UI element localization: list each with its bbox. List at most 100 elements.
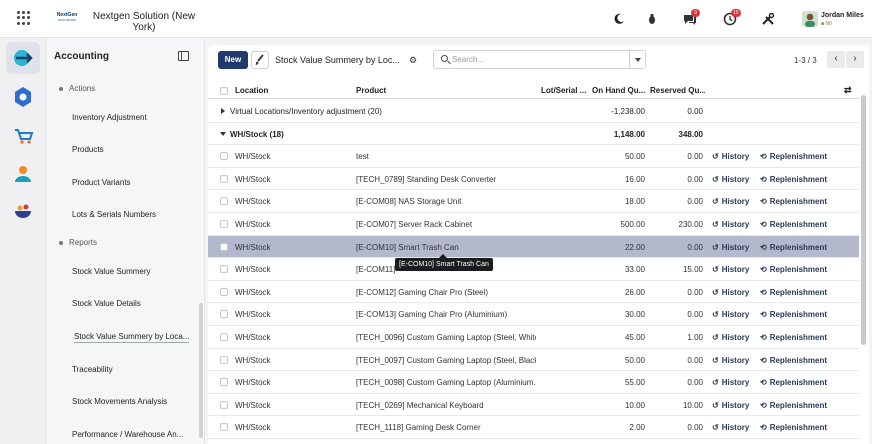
new-button[interactable]: New <box>218 51 248 69</box>
cell-product[interactable]: [E-COM10] Smart Trash Can <box>356 243 536 252</box>
user-name[interactable]: Jordan Miles <box>821 12 864 19</box>
replenishment-button[interactable]: ⟲ Replenishment <box>760 243 827 252</box>
row-checkbox[interactable] <box>220 174 228 183</box>
bug-icon[interactable] <box>645 12 659 26</box>
table-scrollbar[interactable] <box>861 95 866 345</box>
app-grid-icon[interactable] <box>17 11 31 25</box>
row-checkbox[interactable] <box>220 423 228 432</box>
cell-product[interactable]: test <box>356 152 536 161</box>
pager-previous-icon[interactable]: ‹ <box>827 51 845 68</box>
row-checkbox[interactable] <box>220 152 228 161</box>
table-row[interactable]: WH/Stock [TECH_0269] Mechanical Keyboard 1… <box>208 394 859 417</box>
rail-app-5[interactable] <box>6 196 40 228</box>
row-checkbox[interactable] <box>220 220 228 228</box>
table-row[interactable]: WH/Stock [E-COM10] Smart Trash Can 22.00 0.… <box>208 235 859 259</box>
history-button[interactable]: ↺ History <box>712 243 749 252</box>
cell-product[interactable]: [TECH_0096] Custom Gaming Laptop (Steel,… <box>356 333 536 342</box>
rail-app-accounting[interactable] <box>6 42 40 74</box>
sidebar-scrollbar[interactable] <box>199 303 203 438</box>
sidebar-item-lots-serials[interactable]: Lots & Serials Numbers <box>72 210 156 219</box>
table-row[interactable]: WH/Stock [TECH_1118] Gaming Desk Corner 2.… <box>208 416 859 439</box>
cell-product[interactable]: [TECH_0789] Standing Desk Converter <box>356 175 536 184</box>
replenishment-button[interactable]: ⟲ Replenishment <box>760 197 827 206</box>
table-row[interactable]: WH/Stock[TECH_8855] SSD Enclosure0000000… <box>208 439 859 444</box>
history-button[interactable]: ↺ History <box>712 175 749 184</box>
header-on-hand[interactable]: On Hand Qu... <box>592 86 647 95</box>
header-reserved[interactable]: Reserved Qu... <box>650 86 705 95</box>
replenishment-button[interactable]: ⟲ Replenishment <box>760 175 827 184</box>
row-checkbox[interactable] <box>220 355 228 364</box>
history-button[interactable]: ↺ History <box>712 356 749 365</box>
replenishment-button[interactable]: ⟲ Replenishment <box>760 152 827 161</box>
cell-product[interactable]: [E-COM08] NAS Storage Unit <box>356 197 536 206</box>
table-row[interactable]: WH/Stock [E-COM08] NAS Storage Unit 18.00 0… <box>208 190 859 213</box>
search-input[interactable] <box>452 53 622 66</box>
sidebar-item-traceability[interactable]: Traceability <box>72 365 113 374</box>
tools-icon[interactable] <box>761 12 775 26</box>
replenishment-button[interactable]: ⟲ Replenishment <box>760 220 827 229</box>
sidebar-section-reports[interactable]: Reports <box>59 238 97 247</box>
history-button[interactable]: ↺ History <box>712 288 749 297</box>
row-checkbox[interactable] <box>220 197 228 206</box>
replenishment-button[interactable]: ⟲ Replenishment <box>760 265 827 274</box>
cell-product[interactable]: [E-COM07] Server Rack Cabinet <box>356 220 536 229</box>
history-button[interactable]: ↺ History <box>712 378 749 387</box>
sidebar-item-products[interactable]: Products <box>72 145 104 154</box>
dark-mode-moon-icon[interactable] <box>612 12 626 26</box>
sidebar-item-inventory-adjustment[interactable]: Inventory Adjustment <box>72 113 147 122</box>
history-button[interactable]: ↺ History <box>712 310 749 319</box>
sidebar-item-stock-value-details[interactable]: Stock Value Details <box>72 299 141 308</box>
table-row[interactable]: WH/Stock [E-COM13] Gaming Chair Pro (Alum… <box>208 303 859 326</box>
table-row[interactable]: WH/Stock [TECH_0096] Custom Gaming Laptop… <box>208 326 859 349</box>
search-options-chevron-down-icon[interactable] <box>629 51 646 68</box>
select-all-checkbox[interactable] <box>220 87 228 95</box>
sidebar-item-product-variants[interactable]: Product Variants <box>72 178 131 187</box>
table-row[interactable]: WH/Stock [E-COM07] Server Rack Cabinet 500… <box>208 213 859 236</box>
table-row[interactable]: WH/Stock [TECH_0789] Standing Desk Conver… <box>208 168 859 191</box>
history-button[interactable]: ↺ History <box>712 333 749 342</box>
header-lot[interactable]: Lot/Serial ... <box>541 86 589 95</box>
activities-button[interactable]: 10 <box>723 9 741 26</box>
row-checkbox[interactable] <box>220 400 228 409</box>
cell-product[interactable]: [TECH_0097] Custom Gaming Laptop (Steel,… <box>356 356 536 365</box>
table-row[interactable]: WH/Stock [TECH_0097] Custom Gaming Laptop… <box>208 349 859 372</box>
row-checkbox[interactable] <box>220 287 228 296</box>
table-row[interactable]: WH/Stock [E-COM12] Gaming Chair Pro (Stee… <box>208 281 859 304</box>
replenishment-button[interactable]: ⟲ Replenishment <box>760 356 827 365</box>
replenishment-button[interactable]: ⟲ Replenishment <box>760 333 827 342</box>
header-product[interactable]: Product <box>356 86 386 95</box>
table-row[interactable]: WH/Stock [TECH_0098] Custom Gaming Laptop… <box>208 371 859 394</box>
column-options-icon[interactable]: ⇄ <box>844 85 854 96</box>
cell-product[interactable]: [E-COM13] Gaming Chair Pro (Aluminium) <box>356 310 536 319</box>
rail-app-4[interactable] <box>6 158 40 190</box>
table-row[interactable]: WH/Stock [E-COM11] 33.00 15.00 ↺ History ⟲ Repl… <box>208 258 859 281</box>
search-bar[interactable] <box>433 50 646 69</box>
history-button[interactable]: ↺ History <box>712 423 749 432</box>
messages-button[interactable]: 9 <box>683 9 700 26</box>
replenishment-button[interactable]: ⟲ Replenishment <box>760 378 827 387</box>
company-switcher[interactable]: Nextgen Solution (New York) <box>89 11 199 33</box>
cell-product[interactable]: [TECH_0269] Mechanical Keyboard <box>356 401 536 410</box>
cell-product[interactable]: [E-COM12] Gaming Chair Pro (Steel) <box>356 288 536 297</box>
history-button[interactable]: ↺ History <box>712 220 749 229</box>
row-checkbox[interactable] <box>220 333 228 341</box>
table-row[interactable]: WH/Stock test 50.00 0.00 ↺ History ⟲ Replenishm… <box>208 145 859 168</box>
history-button[interactable]: ↺ History <box>712 401 749 410</box>
sidebar-item-stock-movements-analysis[interactable]: Stock Movements Analysis <box>72 397 167 406</box>
group-row[interactable]: Virtual Locations/Inventory adjustment (… <box>208 100 859 123</box>
sidebar-item-stock-value-summery[interactable]: Stock Value Summery <box>72 267 151 276</box>
replenishment-button[interactable]: ⟲ Replenishment <box>760 401 827 410</box>
group-row[interactable]: WH/Stock (18) 1,148.00 348.00 <box>208 123 859 146</box>
history-button[interactable]: ↺ History <box>712 152 749 161</box>
cell-product[interactable]: [TECH_1118] Gaming Desk Corner <box>356 423 536 432</box>
replenishment-button[interactable]: ⟲ Replenishment <box>760 423 827 432</box>
rail-app-3[interactable] <box>6 120 40 152</box>
sidebar-item-performance-warehouse[interactable]: Performance / Warehouse An... <box>72 430 183 439</box>
sidebar-collapse-icon[interactable] <box>178 51 189 61</box>
pager-value[interactable]: 1-3 / 3 <box>794 56 817 65</box>
replenishment-button[interactable]: ⟲ Replenishment <box>760 288 827 297</box>
row-checkbox[interactable] <box>220 242 228 251</box>
user-avatar[interactable] <box>802 11 818 27</box>
history-button[interactable]: ↺ History <box>712 265 749 274</box>
row-checkbox[interactable] <box>220 265 228 274</box>
